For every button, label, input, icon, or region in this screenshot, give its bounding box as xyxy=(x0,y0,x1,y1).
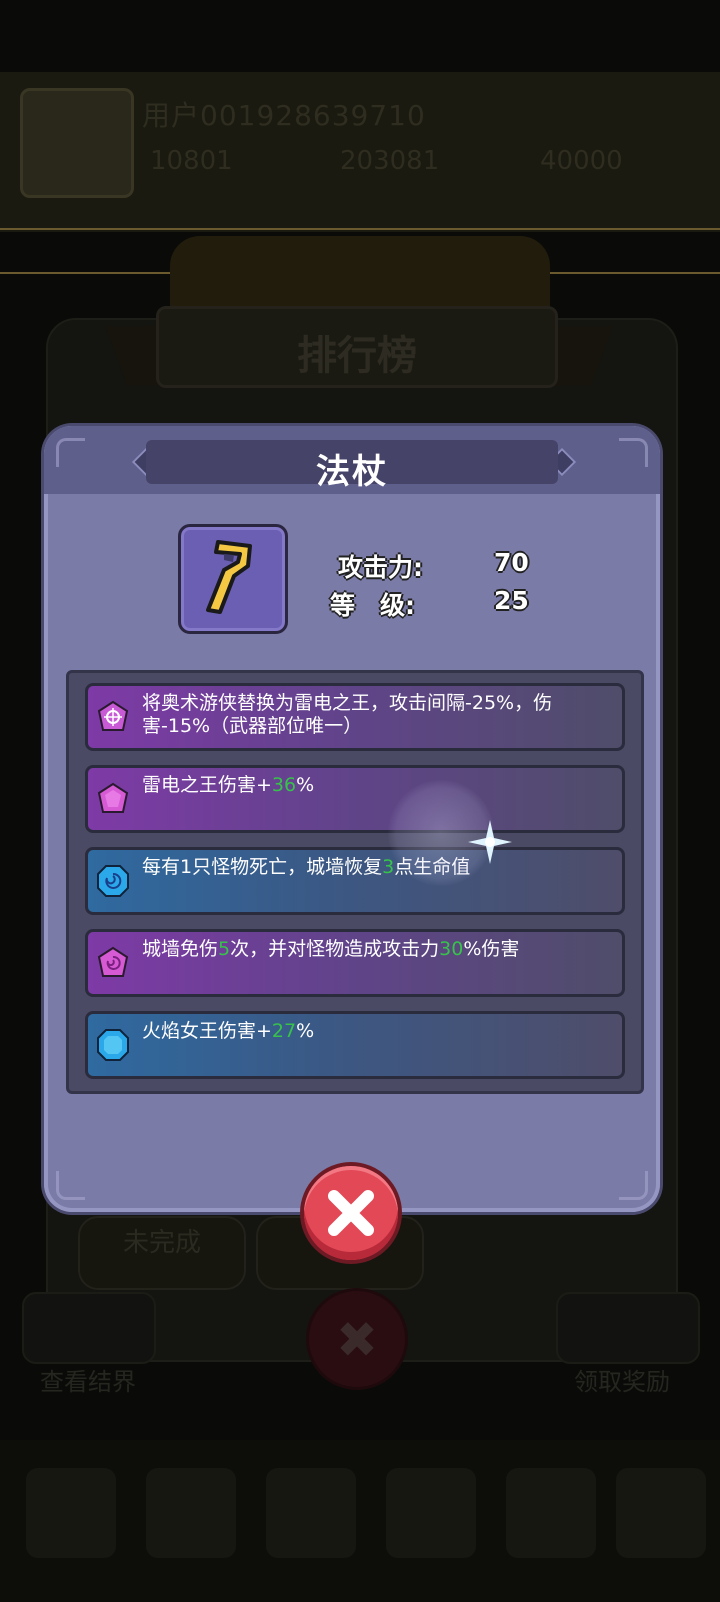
side-button-left xyxy=(22,1292,156,1364)
level-value: 25 xyxy=(494,586,529,615)
side-button-right xyxy=(556,1292,700,1364)
effect-text-part: 雷电之王伤害+ xyxy=(142,774,272,796)
resource-gems: 203081 xyxy=(340,146,440,176)
nav-item xyxy=(616,1468,706,1558)
effect-row: 城墙免伤5次，并对怪物造成攻击力30%伤害 xyxy=(85,929,625,997)
effect-row: 每有1只怪物死亡，城墙恢复3点生命值 xyxy=(85,847,625,915)
crown-decoration xyxy=(170,236,550,306)
corner-ornament xyxy=(56,1171,85,1200)
effect-row: 火焰女王伤害+27% xyxy=(85,1011,625,1079)
effect-value: 5 xyxy=(218,938,231,960)
incomplete-button: 未完成 xyxy=(78,1216,246,1290)
incomplete-button-label: 未完成 xyxy=(122,1228,201,1258)
attack-label: 攻击力: xyxy=(338,553,423,582)
player-avatar xyxy=(20,88,134,198)
background-close-icon: ✖ xyxy=(336,1311,378,1369)
level-label: 等 级: xyxy=(330,591,415,620)
blue-gem-icon xyxy=(97,1029,129,1061)
leaderboard-title-plate: 排行榜 xyxy=(156,306,558,388)
nav-item xyxy=(506,1468,596,1558)
effect-text-part: % xyxy=(296,774,315,796)
staff-icon xyxy=(206,540,252,614)
effect-text-part: 城墙免伤 xyxy=(142,938,219,960)
sparkle-icon xyxy=(468,820,512,864)
corner-ornament xyxy=(56,438,85,467)
popup-title: 法杖 xyxy=(316,452,388,492)
effect-text-part: %伤害 xyxy=(463,938,520,960)
purple-gem-icon xyxy=(97,782,129,813)
nav-item xyxy=(146,1468,236,1558)
effect-text: 城墙免伤5次，并对怪物造成攻击力30%伤害 xyxy=(142,938,612,961)
effect-value: 3 xyxy=(382,856,395,878)
effect-text-part: 火焰女王伤害+ xyxy=(142,1020,272,1042)
effect-value: 36 xyxy=(271,774,297,796)
effect-row: 将奥术游侠替换为雷电之王，攻击间隔-25%，伤害-15%（武器部位唯一） xyxy=(85,683,625,751)
effect-row: 雷电之王伤害+36% xyxy=(85,765,625,833)
effect-value: 30 xyxy=(439,938,464,960)
nav-item xyxy=(266,1468,356,1558)
blue-swirl-gem-icon xyxy=(97,865,129,897)
player-name: 用户001928639710 xyxy=(142,99,426,132)
corner-ornament xyxy=(619,438,648,467)
corner-ornament xyxy=(619,1171,648,1200)
effect-text: 雷电之王伤害+36% xyxy=(142,774,612,797)
item-detail-popup: 法杖 攻击力: 70 等 级: 25 将奥术游侠替换为雷电之王，攻击间隔-25%… xyxy=(44,426,660,1212)
side-label-left: 查看结界 xyxy=(40,1368,136,1396)
effect-text-part: 将奥术游侠替换为雷电之王，攻击间隔-25%，伤害-15%（武器部位唯一） xyxy=(142,692,553,737)
effect-text: 每有1只怪物死亡，城墙恢复3点生命值 xyxy=(142,856,612,879)
close-icon xyxy=(328,1190,374,1236)
effect-text-part: 次，并对怪物造成攻击力 xyxy=(230,938,440,960)
effect-text-part: % xyxy=(296,1020,315,1042)
divider xyxy=(0,228,720,230)
resource-energy: 40000 xyxy=(540,146,623,176)
nav-item xyxy=(26,1468,116,1558)
effect-value: 27 xyxy=(271,1020,297,1042)
title-plate: 法杖 xyxy=(146,440,558,492)
effect-text: 火焰女王伤害+27% xyxy=(142,1020,612,1043)
purple-lightning-gem-icon xyxy=(97,700,129,731)
effects-list: 将奥术游侠替换为雷电之王，攻击间隔-25%，伤害-15%（武器部位唯一） 雷电之… xyxy=(66,670,644,1094)
attack-value: 70 xyxy=(494,548,529,577)
purple-swirl-gem-icon xyxy=(97,946,129,977)
side-label-right: 领取奖励 xyxy=(574,1368,670,1396)
effect-text-part: 每有1只怪物死亡，城墙恢复 xyxy=(142,856,383,878)
background-close-button: ✖ xyxy=(306,1288,408,1390)
item-icon-frame xyxy=(178,524,288,634)
nav-item xyxy=(386,1468,476,1558)
effect-text: 将奥术游侠替换为雷电之王，攻击间隔-25%，伤害-15%（武器部位唯一） xyxy=(142,692,612,738)
leaderboard-title: 排行榜 xyxy=(297,333,417,379)
resource-gold: 10801 xyxy=(150,146,233,176)
close-button[interactable] xyxy=(304,1166,398,1260)
